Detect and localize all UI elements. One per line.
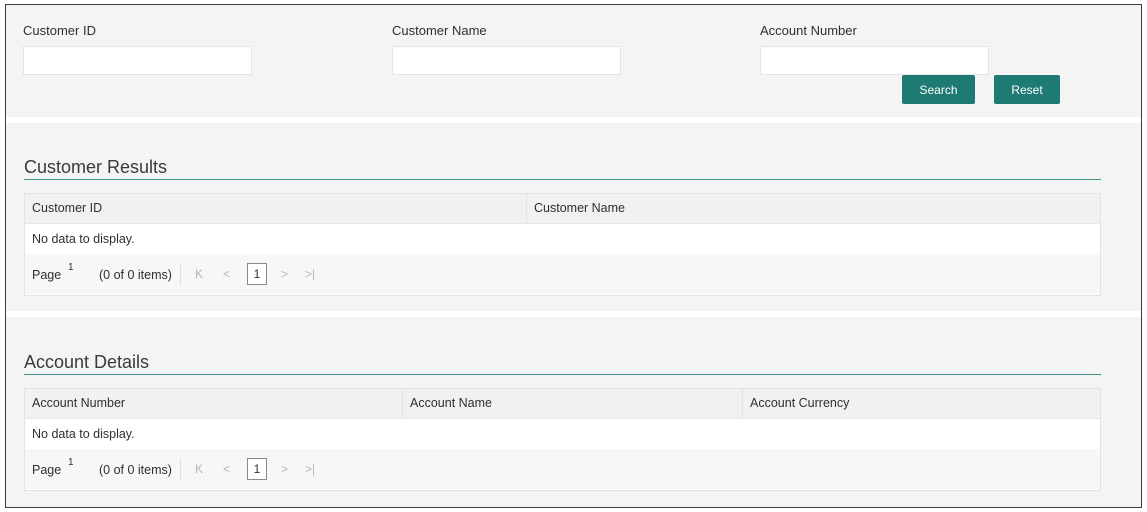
column-header-account-name[interactable]: Account Name — [402, 389, 742, 418]
account-details-panel: Account Details Account Number Account N… — [6, 317, 1141, 507]
first-page-icon[interactable]: K — [195, 267, 203, 281]
page-label: Page — [32, 268, 62, 282]
current-page-box[interactable]: 1 — [247, 263, 267, 285]
table-header: Customer ID Customer Name — [25, 194, 1100, 224]
customer-name-field: Customer Name — [392, 23, 621, 75]
last-page-icon[interactable]: >| — [305, 462, 315, 476]
pager-divider — [180, 264, 181, 286]
item-count: (0 of 0 items) — [99, 268, 172, 282]
account-number-input[interactable] — [760, 46, 989, 75]
customer-results-title: Customer Results — [24, 157, 168, 177]
pager-divider — [180, 459, 181, 481]
account-details-title: Account Details — [24, 352, 150, 372]
customer-id-field: Customer ID — [23, 23, 252, 75]
column-header-customer-name[interactable]: Customer Name — [526, 194, 1100, 223]
customer-name-label: Customer Name — [392, 23, 487, 38]
search-button[interactable]: Search — [902, 75, 975, 104]
account-number-label: Account Number — [760, 23, 857, 38]
window-frame: Customer ID Customer Name Account Number… — [5, 4, 1142, 508]
next-page-icon[interactable]: > — [281, 462, 288, 476]
search-panel: Customer ID Customer Name Account Number… — [6, 5, 1141, 117]
column-header-customer-id[interactable]: Customer ID — [25, 194, 526, 223]
empty-message: No data to display. — [25, 419, 1100, 449]
empty-message: No data to display. — [25, 224, 1100, 254]
customer-results-panel: Customer Results Customer ID Customer Na… — [6, 123, 1141, 311]
column-header-account-number[interactable]: Account Number — [25, 389, 402, 418]
first-page-icon[interactable]: K — [195, 462, 203, 476]
customer-results-divider — [24, 179, 1101, 180]
page-number: 1 — [68, 262, 74, 273]
customer-name-input[interactable] — [392, 46, 621, 75]
customer-results-table: Customer ID Customer Name No data to dis… — [24, 193, 1101, 296]
column-header-account-currency[interactable]: Account Currency — [742, 389, 1100, 418]
table-header: Account Number Account Name Account Curr… — [25, 389, 1100, 419]
prev-page-icon[interactable]: < — [223, 267, 230, 281]
pagination: Page 1 (0 of 0 items) K < 1 > >| — [25, 254, 1100, 294]
account-details-table: Account Number Account Name Account Curr… — [24, 388, 1101, 491]
reset-button[interactable]: Reset — [994, 75, 1060, 104]
item-count: (0 of 0 items) — [99, 463, 172, 477]
prev-page-icon[interactable]: < — [223, 462, 230, 476]
account-details-divider — [24, 374, 1101, 375]
page-number: 1 — [68, 457, 74, 468]
customer-id-label: Customer ID — [23, 23, 96, 38]
page-label: Page — [32, 463, 62, 477]
pagination: Page 1 (0 of 0 items) K < 1 > >| — [25, 449, 1100, 489]
account-number-field: Account Number — [760, 23, 989, 75]
customer-id-input[interactable] — [23, 46, 252, 75]
next-page-icon[interactable]: > — [281, 267, 288, 281]
current-page-box[interactable]: 1 — [247, 458, 267, 480]
last-page-icon[interactable]: >| — [305, 267, 315, 281]
